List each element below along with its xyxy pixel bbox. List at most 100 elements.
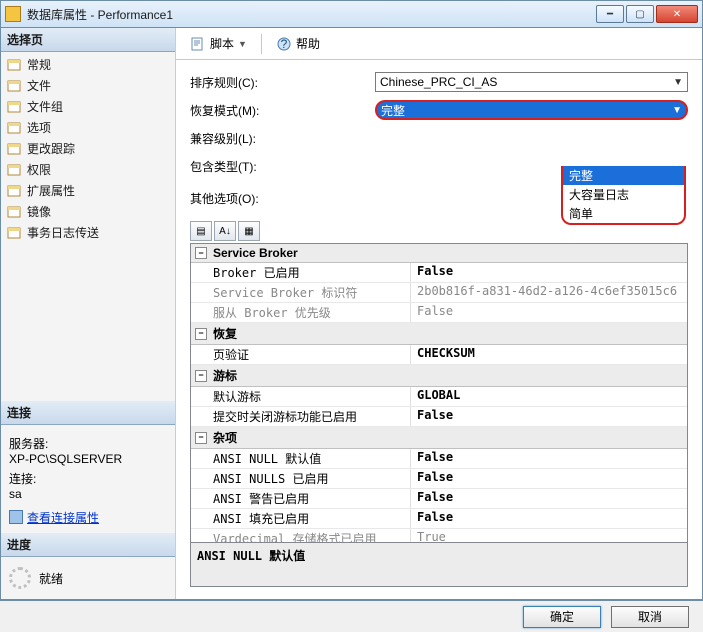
page-nav-list: 常规文件文件组选项更改跟踪权限扩展属性镜像事务日志传送 <box>1 52 175 245</box>
page-icon <box>7 205 23 219</box>
connection-header: 连接 <box>1 401 175 425</box>
collation-select[interactable]: Chinese_PRC_CI_AS ▼ <box>375 72 688 92</box>
collapse-icon[interactable]: − <box>195 247 207 259</box>
grid-row[interactable]: Broker 已启用False <box>191 263 687 283</box>
window-title: 数据库属性 - Performance1 <box>27 6 596 23</box>
sidebar-item-label: 镜像 <box>27 203 51 220</box>
grid-property-name: 默认游标 <box>191 387 411 406</box>
conn-value: sa <box>9 487 167 501</box>
grid-property-value[interactable]: False <box>411 303 687 322</box>
recovery-option-bulk[interactable]: 大容量日志 <box>563 185 684 204</box>
other-label: 其他选项(O): <box>190 190 375 207</box>
ok-button[interactable]: 确定 <box>523 606 601 628</box>
grid-row[interactable]: ANSI NULL 默认值False <box>191 449 687 469</box>
help-icon: ? <box>276 36 292 52</box>
sidebar-item-6[interactable]: 扩展属性 <box>1 180 175 201</box>
grid-category[interactable]: −游标 <box>191 365 687 387</box>
sidebar-item-label: 更改跟踪 <box>27 140 75 157</box>
grid-property-name: ANSI 填充已启用 <box>191 509 411 528</box>
cancel-button[interactable]: 取消 <box>611 606 689 628</box>
grid-row[interactable]: 默认游标GLOBAL <box>191 387 687 407</box>
description-box: ANSI NULL 默认值 <box>190 543 688 587</box>
sidebar-item-0[interactable]: 常规 <box>1 54 175 75</box>
progress-header: 进度 <box>1 533 175 557</box>
window-buttons: ━ ▢ ✕ <box>596 5 698 23</box>
sidebar-item-1[interactable]: 文件 <box>1 75 175 96</box>
recovery-select[interactable]: 完整 ▼ <box>375 100 688 120</box>
grid-property-value[interactable]: GLOBAL <box>411 387 687 406</box>
grid-property-value[interactable]: False <box>411 263 687 282</box>
sidebar-item-5[interactable]: 权限 <box>1 159 175 180</box>
grid-category[interactable]: −恢复 <box>191 323 687 345</box>
alphabetical-button[interactable]: A↓ <box>214 221 236 241</box>
recovery-option-simple[interactable]: 简单 <box>563 204 684 223</box>
collapse-icon[interactable]: − <box>195 328 207 340</box>
page-icon <box>7 100 23 114</box>
grid-category[interactable]: −Service Broker <box>191 244 687 263</box>
grid-property-name: Service Broker 标识符 <box>191 283 411 302</box>
server-label: 服务器: <box>9 435 167 452</box>
close-button[interactable]: ✕ <box>656 5 698 23</box>
collapse-icon[interactable]: − <box>195 370 207 382</box>
grid-property-value[interactable]: False <box>411 509 687 528</box>
minimize-button[interactable]: ━ <box>596 5 624 23</box>
view-connection-link[interactable]: 查看连接属性 <box>9 509 99 526</box>
script-label: 脚本 <box>210 35 234 52</box>
grid-property-value[interactable]: False <box>411 407 687 426</box>
select-page-header: 选择页 <box>1 28 175 52</box>
recovery-label: 恢复模式(M): <box>190 102 375 119</box>
grid-property-name: 服从 Broker 优先级 <box>191 303 411 322</box>
page-icon <box>7 58 23 72</box>
grid-row[interactable]: ANSI 警告已启用False <box>191 489 687 509</box>
svg-text:?: ? <box>281 37 288 51</box>
chevron-down-icon: ▼ <box>238 39 247 49</box>
grid-row[interactable]: ANSI NULLS 已启用False <box>191 469 687 489</box>
categorized-button[interactable]: ▤ <box>190 221 212 241</box>
sidebar-item-label: 文件 <box>27 77 51 94</box>
sidebar-item-8[interactable]: 事务日志传送 <box>1 222 175 243</box>
grid-property-value[interactable]: False <box>411 489 687 508</box>
content-area: 排序规则(C): Chinese_PRC_CI_AS ▼ 恢复模式(M): 完整… <box>176 60 702 599</box>
grid-row[interactable]: Service Broker 标识符2b0b816f-a831-46d2-a12… <box>191 283 687 303</box>
grid-property-value[interactable]: 2b0b816f-a831-46d2-a126-4c6ef35015c6 <box>411 283 687 302</box>
grid-category[interactable]: −杂项 <box>191 427 687 449</box>
grid-property-name: Vardecimal 存储格式已启用 <box>191 529 411 543</box>
grid-row[interactable]: Vardecimal 存储格式已启用True <box>191 529 687 543</box>
left-panel: 选择页 常规文件文件组选项更改跟踪权限扩展属性镜像事务日志传送 连接 服务器: … <box>1 28 176 599</box>
script-button[interactable]: 脚本 ▼ <box>184 33 253 54</box>
connection-icon <box>9 510 23 524</box>
grid-row[interactable]: 提交时关闭游标功能已启用False <box>191 407 687 427</box>
maximize-button[interactable]: ▢ <box>626 5 654 23</box>
collapse-icon[interactable]: − <box>195 432 207 444</box>
chevron-down-icon: ▼ <box>673 77 683 88</box>
page-icon <box>7 184 23 198</box>
dialog-footer: 确定 取消 <box>0 600 703 632</box>
pages-button[interactable]: ▦ <box>238 221 260 241</box>
grid-property-value[interactable]: False <box>411 449 687 468</box>
grid-property-name: ANSI 警告已启用 <box>191 489 411 508</box>
grid-property-name: ANSI NULL 默认值 <box>191 449 411 468</box>
sidebar-item-label: 扩展属性 <box>27 182 75 199</box>
grid-row[interactable]: 页验证CHECKSUM <box>191 345 687 365</box>
grid-property-value[interactable]: True <box>411 529 687 543</box>
separator <box>261 34 262 54</box>
help-button[interactable]: ? 帮助 <box>270 33 326 54</box>
property-grid[interactable]: −Service BrokerBroker 已启用FalseService Br… <box>190 243 688 543</box>
contain-label: 包含类型(T): <box>190 158 375 175</box>
grid-property-value[interactable]: CHECKSUM <box>411 345 687 364</box>
title-bar: 数据库属性 - Performance1 ━ ▢ ✕ <box>0 0 703 28</box>
recovery-dropdown: 完整 大容量日志 简单 <box>561 166 686 225</box>
recovery-option-full[interactable]: 完整 <box>563 166 684 185</box>
sidebar-item-3[interactable]: 选项 <box>1 117 175 138</box>
grid-row[interactable]: 服从 Broker 优先级False <box>191 303 687 323</box>
sidebar-item-label: 常规 <box>27 56 51 73</box>
progress-status: 就绪 <box>39 570 63 587</box>
sidebar-item-4[interactable]: 更改跟踪 <box>1 138 175 159</box>
spinner-icon <box>9 567 31 589</box>
app-icon <box>5 6 21 22</box>
grid-row[interactable]: ANSI 填充已启用False <box>191 509 687 529</box>
sidebar-item-7[interactable]: 镜像 <box>1 201 175 222</box>
sidebar-item-2[interactable]: 文件组 <box>1 96 175 117</box>
grid-property-value[interactable]: False <box>411 469 687 488</box>
connection-info: 服务器: XP-PC\SQLSERVER 连接: sa 查看连接属性 <box>1 425 175 534</box>
